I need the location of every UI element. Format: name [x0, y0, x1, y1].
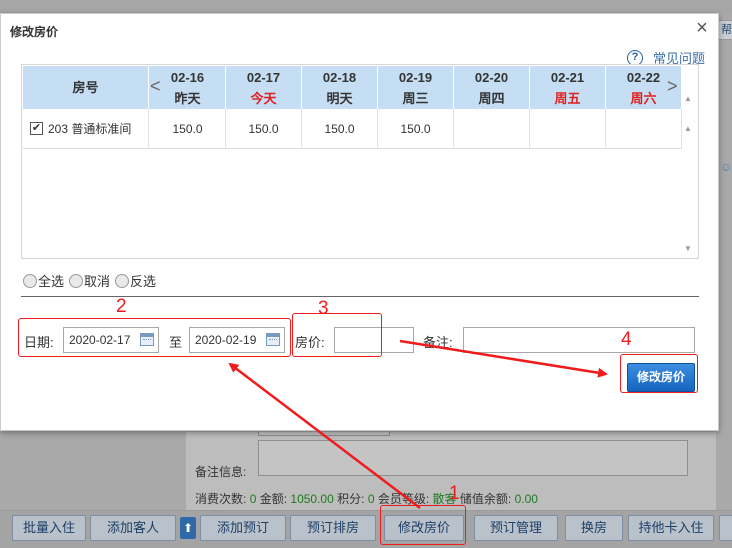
- close-icon[interactable]: ×: [693, 18, 711, 38]
- radio-icon: [23, 273, 37, 288]
- price-cell[interactable]: 150.0: [378, 109, 454, 149]
- other-card-checkin-button[interactable]: 持他卡入住: [628, 515, 714, 541]
- dialog-title: 修改房价: [10, 25, 59, 39]
- modify-price-button[interactable]: 修改房价: [627, 363, 695, 392]
- radio-icon: [69, 273, 84, 288]
- day-column-header: 02-22 周六: [606, 66, 682, 109]
- grid-scrollbar[interactable]: ▲ ▲ ▼: [682, 66, 698, 258]
- background-top-strip: [0, 0, 732, 14]
- batch-checkin-button[interactable]: 批量入住: [12, 515, 86, 541]
- invert-selection-radio[interactable]: 反选: [115, 271, 156, 290]
- member-stats: 消费次数: 0 金额: 1050.00 积分: 0 会员等级: 散客 储值余额:…: [195, 490, 538, 507]
- day-column-header: 02-17 今天: [226, 66, 302, 109]
- day-date: 02-22: [626, 70, 661, 85]
- day-column-header: 02-21 周五: [530, 66, 606, 109]
- price-cell[interactable]: [454, 109, 530, 149]
- background-input-field[interactable]: [258, 432, 390, 436]
- note-info-textarea[interactable]: [258, 440, 688, 476]
- radio-icon: [115, 273, 130, 288]
- balance-value: 0.00: [514, 492, 538, 506]
- note-input[interactable]: [463, 327, 695, 353]
- calendar-icon[interactable]: [140, 333, 154, 346]
- table-row[interactable]: ✔ 203 普通标准间 150.0 150.0 150.0 150.0: [23, 109, 682, 149]
- grid-header: 房号 < > 02-16 昨天 02-17 今天 02-18 明天 02-19 周三 02-20…: [23, 66, 682, 109]
- annotation-number-3: 3: [318, 298, 329, 319]
- reservation-manage-button[interactable]: 预订管理: [474, 515, 558, 541]
- day-column-header: 02-20 周四: [454, 66, 530, 109]
- invert-selection-label: 反选: [130, 274, 157, 289]
- scroll-up-icon[interactable]: ▲: [684, 124, 692, 133]
- price-cell[interactable]: [606, 109, 682, 149]
- balance-label: 储值余额:: [459, 492, 512, 506]
- points-label: 积分:: [337, 492, 365, 506]
- annotation-number-1: 1: [449, 483, 460, 504]
- room-label: 203 普通标准间: [48, 122, 132, 136]
- add-reservation-button[interactable]: 添加预订: [200, 515, 286, 541]
- day-label: 周四: [478, 91, 505, 106]
- start-date-value: 2020-02-17: [69, 333, 131, 347]
- reservation-room-assign-button[interactable]: 预订排房: [290, 515, 376, 541]
- to-label: 至: [169, 335, 183, 350]
- calendar-icon[interactable]: [266, 333, 280, 346]
- price-cell[interactable]: 150.0: [226, 109, 302, 149]
- day-label: 周六: [630, 91, 657, 106]
- end-date-value: 2020-02-19: [195, 333, 257, 347]
- cancel-selection-radio[interactable]: 取消: [69, 271, 110, 290]
- day-label: 周五: [554, 91, 581, 106]
- price-grid: 房号 < > 02-16 昨天 02-17 今天 02-18 明天 02-19 周三 02-20…: [21, 64, 699, 259]
- price-label: 房价:: [295, 335, 325, 350]
- room-column-header: 房号: [23, 66, 149, 109]
- day-column-header: 02-19 周三: [378, 66, 454, 109]
- note-info-label: 备注信息:: [195, 465, 247, 479]
- selection-controls: 全选 取消 反选: [23, 271, 158, 290]
- day-date: 02-20: [474, 70, 509, 85]
- consume-count-label: 消费次数:: [195, 492, 247, 506]
- day-label: 明天: [326, 91, 353, 106]
- day-label: 周三: [402, 91, 429, 106]
- room-cell[interactable]: ✔ 203 普通标准间: [23, 109, 149, 149]
- modify-price-dialog: 修改房价 × ? 常见问题 房号 < > 02-16 昨天 02-17 今天 02-18…: [0, 13, 719, 431]
- room-checkbox[interactable]: ✔: [30, 122, 43, 136]
- day-date: 02-19: [398, 70, 433, 85]
- price-cell[interactable]: 150.0: [150, 109, 226, 149]
- scroll-down-icon[interactable]: ▼: [684, 244, 692, 253]
- modify-price-bottom-button[interactable]: 修改房价: [384, 515, 464, 541]
- day-date: 02-21: [550, 70, 585, 85]
- start-date-field[interactable]: 2020-02-17: [63, 327, 159, 353]
- select-all-radio[interactable]: 全选: [23, 271, 64, 290]
- day-column-header: 02-18 明天: [302, 66, 378, 109]
- background-left-area: [0, 432, 186, 512]
- day-date: 02-17: [246, 70, 281, 85]
- day-date: 02-16: [170, 70, 205, 85]
- select-all-label: 全选: [38, 274, 65, 289]
- note-label: 备注:: [423, 335, 453, 350]
- help-tab[interactable]: 帮: [718, 20, 732, 40]
- day-label: 今天: [250, 91, 277, 106]
- cancel-selection-label: 取消: [84, 274, 111, 289]
- date-label: 日期:: [24, 335, 54, 350]
- points-value: 0: [367, 492, 375, 506]
- user-icon: ☺: [720, 160, 732, 174]
- day-label: 昨天: [174, 91, 201, 106]
- price-cell[interactable]: 150.0: [302, 109, 378, 149]
- price-cell[interactable]: [530, 109, 606, 149]
- more-button[interactable]: [719, 515, 732, 541]
- up-arrow-icon[interactable]: ⬆: [180, 517, 196, 539]
- member-level-label: 会员等级:: [377, 492, 430, 506]
- consume-count-value: 0: [249, 492, 257, 506]
- change-room-button[interactable]: 换房: [565, 515, 623, 541]
- day-date: 02-18: [322, 70, 357, 85]
- day-column-header: 02-16 昨天: [150, 66, 226, 109]
- annotation-number-2: 2: [116, 296, 127, 317]
- annotation-number-4: 4: [621, 329, 632, 350]
- scroll-up-icon[interactable]: ▲: [684, 94, 692, 103]
- amount-label: 金额:: [259, 492, 288, 506]
- price-input[interactable]: [334, 327, 414, 353]
- amount-value: 1050.00: [290, 492, 334, 506]
- end-date-field[interactable]: 2020-02-19: [189, 327, 285, 353]
- add-guest-button[interactable]: 添加客人: [90, 515, 176, 541]
